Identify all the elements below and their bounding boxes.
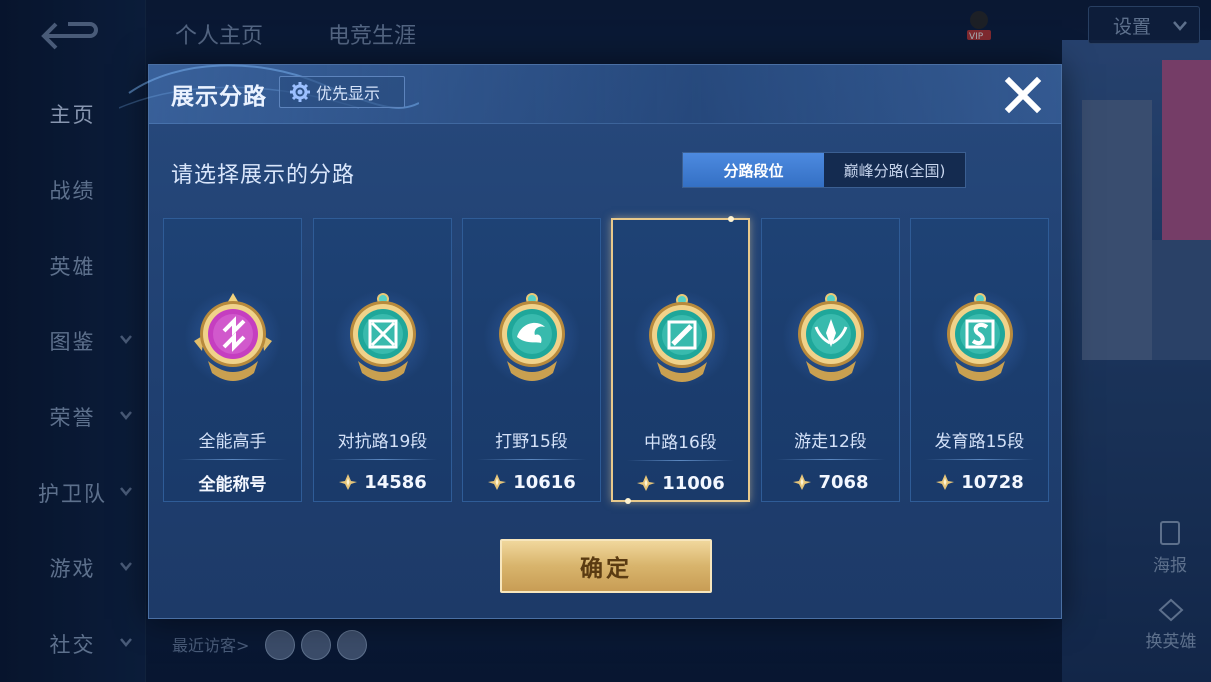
selection-corner-dot bbox=[728, 216, 734, 222]
lane-card[interactable]: 对抗路19段 14586 bbox=[313, 218, 452, 502]
lane-rank-label: 全能高手 bbox=[198, 432, 267, 452]
divider bbox=[328, 459, 437, 460]
lane-score-value: 10728 bbox=[961, 471, 1024, 493]
lane-rank-label: 中路16段 bbox=[644, 433, 717, 453]
dialog-subtitle: 请选择展示的分路 bbox=[171, 163, 356, 188]
rank-points-icon bbox=[339, 474, 358, 490]
lane-card-list: 全能高手 全能称号 对抗路19段 14586 打野15段 10616 中路16段 11006 游… bbox=[163, 216, 1051, 504]
lane-score-value: 10616 bbox=[513, 471, 576, 493]
lane-score: 14586 bbox=[314, 469, 451, 495]
lane-score: 10728 bbox=[911, 469, 1048, 495]
lane-card[interactable]: 打野15段 10616 bbox=[462, 218, 601, 502]
lane-mode-switch: 分路段位 巅峰分路(全国) bbox=[682, 152, 966, 188]
lane-score: 7068 bbox=[762, 469, 899, 495]
divider bbox=[925, 459, 1034, 460]
divider bbox=[627, 460, 734, 461]
tab-lane-rank[interactable]: 分路段位 bbox=[683, 153, 824, 187]
mid-lane-emblem-icon bbox=[637, 292, 727, 388]
farm-lane-emblem-icon bbox=[935, 291, 1025, 387]
close-icon[interactable] bbox=[1001, 73, 1045, 117]
lane-card[interactable]: 游走12段 7068 bbox=[761, 218, 900, 502]
lane-display-dialog: 展示分路 优先显示 请选择展示的分路 分路段位 巅峰分路(全国) 全能高手全能称… bbox=[119, 64, 1062, 619]
title-label: 全能称号 bbox=[164, 469, 301, 495]
lane-score-value: 14586 bbox=[364, 471, 427, 493]
rank-points-icon bbox=[793, 474, 812, 490]
lane-score: 10616 bbox=[463, 469, 600, 495]
lane-rank-label: 发育路15段 bbox=[934, 432, 1025, 452]
divider bbox=[477, 459, 586, 460]
lane-card[interactable]: 全能高手 全能称号 bbox=[163, 218, 302, 502]
rank-points-icon bbox=[637, 475, 656, 491]
divider bbox=[776, 459, 885, 460]
title-label-text: 全能称号 bbox=[198, 474, 267, 495]
confirm-button[interactable]: 确定 bbox=[500, 539, 712, 593]
selection-corner-dot bbox=[625, 498, 631, 504]
lane-rank-label: 游走12段 bbox=[794, 432, 867, 452]
lane-score: 11006 bbox=[613, 470, 748, 496]
lane-score-value: 11006 bbox=[662, 472, 725, 494]
lane-score-value: 7068 bbox=[818, 471, 869, 493]
divider bbox=[178, 459, 287, 460]
all-round-emblem-icon bbox=[188, 291, 278, 387]
jungle-emblem-icon bbox=[487, 291, 577, 387]
roam-emblem-icon bbox=[786, 291, 876, 387]
lane-card[interactable]: 发育路15段 10728 bbox=[910, 218, 1049, 502]
lane-card[interactable]: 中路16段 11006 bbox=[611, 216, 750, 504]
gear-icon bbox=[290, 82, 310, 102]
lane-rank-label: 打野15段 bbox=[495, 432, 568, 452]
dialog-title: 展示分路 bbox=[171, 84, 267, 110]
rank-points-icon bbox=[936, 474, 955, 490]
priority-display-label: 优先显示 bbox=[316, 84, 381, 103]
lane-rank-label: 对抗路19段 bbox=[337, 432, 428, 452]
rank-points-icon bbox=[488, 474, 507, 490]
tab-peak-lane-national[interactable]: 巅峰分路(全国) bbox=[824, 153, 965, 187]
priority-display-button[interactable]: 优先显示 bbox=[279, 76, 405, 108]
dialog-header: 展示分路 优先显示 bbox=[119, 64, 1061, 124]
clash-lane-emblem-icon bbox=[338, 291, 428, 387]
